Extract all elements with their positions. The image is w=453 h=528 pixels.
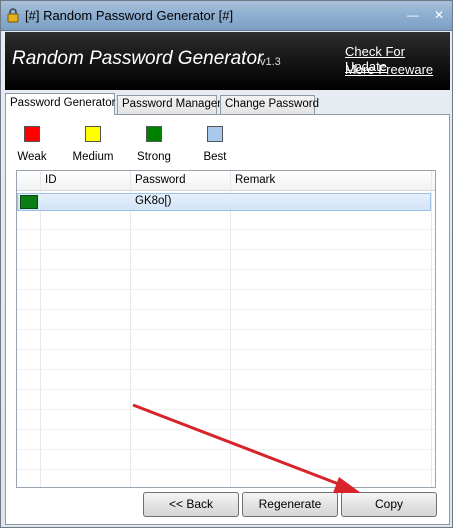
regenerate-button[interactable]: Regenerate: [242, 492, 338, 517]
strength-indicator: [20, 195, 38, 209]
row-divider: [17, 249, 435, 250]
lock-icon: [7, 8, 19, 23]
table-row[interactable]: [17, 193, 431, 211]
window-title: [#] Random Password Generator [#]: [25, 8, 234, 23]
legend-swatch-strong: [146, 126, 162, 142]
row-divider: [17, 269, 435, 270]
generator-panel: Weak Medium Strong Best ID Password Rema…: [5, 114, 450, 525]
title-bar[interactable]: [#] Random Password Generator [#] — ✕: [1, 1, 452, 31]
close-button[interactable]: ✕: [429, 7, 449, 23]
app-header: Random Password Generator v1.3 Check For…: [5, 32, 450, 90]
more-freeware-link[interactable]: More Freeware: [345, 62, 433, 77]
row-divider: [17, 389, 435, 390]
row-divider: [17, 329, 435, 330]
password-cell[interactable]: GK8o[): [135, 195, 171, 207]
legend-swatch-medium: [85, 126, 101, 142]
password-grid[interactable]: ID Password Remark GK8o[): [16, 170, 436, 488]
legend-label-best: Best: [203, 151, 227, 163]
back-button[interactable]: << Back: [143, 492, 239, 517]
legend-swatch-weak: [24, 126, 40, 142]
row-divider: [17, 309, 435, 310]
row-divider: [17, 469, 435, 470]
app-window: [#] Random Password Generator [#] — ✕ Ra…: [0, 0, 453, 528]
legend-label-strong: Strong: [137, 151, 171, 163]
legend-swatch-best: [207, 126, 223, 142]
tab-password-manager[interactable]: Password Manager: [117, 95, 221, 114]
row-divider: [17, 449, 435, 450]
row-divider: [17, 429, 435, 430]
column-header-remark[interactable]: Remark: [235, 174, 275, 186]
grid-header: ID Password Remark: [17, 171, 435, 191]
row-divider: [17, 409, 435, 410]
tab-change-password[interactable]: Change Password: [220, 95, 319, 114]
column-header-id[interactable]: ID: [45, 174, 57, 186]
minimize-button[interactable]: —: [403, 7, 423, 23]
legend-label-medium: Medium: [72, 151, 114, 163]
row-divider: [17, 229, 435, 230]
row-divider: [17, 349, 435, 350]
app-version: v1.3: [260, 56, 281, 68]
app-title: Random Password Generator: [12, 48, 264, 69]
tab-password-generator[interactable]: Password Generator: [5, 93, 115, 115]
column-header-password[interactable]: Password: [135, 174, 186, 186]
legend-label-weak: Weak: [17, 151, 47, 163]
copy-button[interactable]: Copy: [341, 492, 437, 517]
row-divider: [17, 289, 435, 290]
row-divider: [17, 369, 435, 370]
